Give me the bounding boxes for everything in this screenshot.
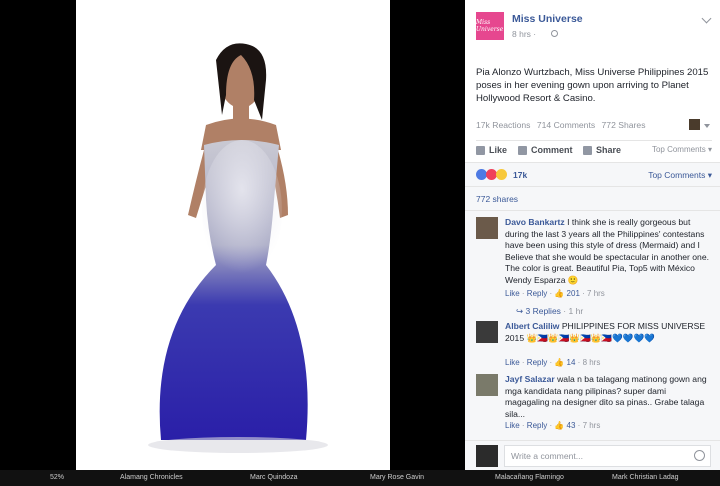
comment-reply-link[interactable]: Reply: [527, 421, 547, 430]
taskbar-item[interactable]: Marc Quindoza: [250, 474, 297, 481]
commenter-avatar[interactable]: [476, 374, 498, 396]
taskbar-item[interactable]: Malacañang Flamingo: [495, 474, 564, 481]
taskbar-item[interactable]: Mary Rose Gavin: [370, 474, 424, 481]
comment-label: Comment: [531, 145, 573, 155]
comment-time: 7 hrs: [582, 421, 601, 430]
like-label: Like: [489, 145, 508, 155]
commenter-avatar[interactable]: [476, 217, 498, 239]
post-stats: 17k Reactions 714 Comments 772 Shares: [476, 119, 712, 134]
comment-reaction-count[interactable]: 👍 14: [554, 358, 575, 367]
post-caption: Pia Alonzo Wurtzbach, Miss Universe Phil…: [476, 67, 709, 104]
comment-text: I think she is really gorgeous but durin…: [505, 217, 709, 285]
share-label: Share: [596, 145, 622, 155]
reactions-count[interactable]: 17k: [513, 170, 527, 180]
comment-reaction-count[interactable]: 👍 43: [554, 421, 575, 430]
comment-meta: Like · Reply · 👍 14 · 8 hrs: [505, 358, 601, 367]
post-header: Miss Universe Miss Universe 8 hrs ·: [476, 10, 712, 42]
page-name-link[interactable]: Miss Universe: [512, 13, 583, 25]
comment-button[interactable]: Comment: [518, 145, 573, 155]
viewer-avatar[interactable]: [476, 445, 498, 467]
shares-row: 772 shares: [465, 186, 720, 210]
comments-stat[interactable]: 714 Comments: [537, 120, 595, 130]
top-comments-toggle[interactable]: Top Comments ▾: [652, 145, 712, 154]
gown-photo-illustration: [148, 43, 328, 453]
share-button[interactable]: Share: [583, 145, 621, 155]
share-icon: [583, 145, 592, 155]
comment-meta: Like · Reply · 👍 43 · 7 hrs: [505, 421, 601, 430]
comment-body: Davo Bankartz I think she is really gorg…: [505, 217, 712, 286]
wow-reaction-icon: [496, 169, 507, 180]
comments-list: Davo Bankartz I think she is really gorg…: [465, 210, 720, 440]
caret-down-icon[interactable]: [704, 124, 710, 128]
comment-reaction-count[interactable]: 👍 201: [554, 289, 580, 298]
comment-like-link[interactable]: Like: [505, 421, 520, 430]
like-button[interactable]: Like: [476, 145, 507, 155]
globe-icon: [551, 30, 558, 37]
reactions-stat[interactable]: 17k Reactions: [476, 120, 530, 130]
chat-taskbar: 52% Alamang Chronicles Marc Quindoza Mar…: [0, 470, 720, 486]
comment-body: Jayf Salazar wala n ba talagang matinong…: [505, 374, 712, 420]
top-comments-dropdown[interactable]: Top Comments ▾: [648, 170, 712, 181]
photo[interactable]: [76, 0, 390, 470]
comment-input[interactable]: Write a comment...: [504, 445, 711, 467]
comment-like-link[interactable]: Like: [505, 358, 520, 367]
comment-input-placeholder: Write a comment...: [511, 451, 583, 461]
shares-stat[interactable]: 772 Shares: [602, 120, 646, 130]
emoji-icon[interactable]: [694, 450, 705, 461]
post-sidebar: Miss Universe Miss Universe 8 hrs · Pia …: [465, 0, 720, 470]
write-comment-row: Write a comment...: [465, 440, 720, 470]
shares-link[interactable]: 772 shares: [476, 194, 518, 204]
comment-icon: [518, 145, 527, 155]
taskbar-item[interactable]: Mark Christian Ladag: [612, 474, 679, 481]
reactions-row: 17k Top Comments ▾: [465, 162, 720, 186]
chevron-down-icon[interactable]: [701, 13, 712, 24]
action-bar: Like Comment Share Top Comments ▾: [476, 140, 712, 158]
page-avatar[interactable]: Miss Universe: [476, 12, 504, 40]
comment-time: 7 hrs: [587, 289, 605, 298]
thumbs-up-icon: [476, 145, 485, 155]
viewer-avatar[interactable]: [689, 119, 700, 130]
commenter-name[interactable]: Jayf Salazar: [505, 374, 555, 384]
commenter-name[interactable]: Davo Bankartz: [505, 217, 565, 227]
comment-like-link[interactable]: Like: [505, 289, 520, 298]
taskbar-item[interactable]: Alamang Chronicles: [120, 474, 183, 481]
comment-time: 8 hrs: [582, 358, 601, 367]
commenter-name[interactable]: Albert Caliliw: [505, 321, 559, 331]
photo-viewer: Miss Universe Miss Universe 8 hrs · Pia …: [0, 0, 720, 486]
comment-body: Albert Caliliw PHILIPPINES FOR MISS UNIV…: [505, 321, 712, 344]
replies-count: 3 Replies: [525, 306, 561, 316]
comment-meta: Like · Reply · 👍 201 · 7 hrs: [505, 289, 605, 298]
battery-indicator: 52%: [50, 474, 65, 481]
replies-link[interactable]: ↪ 3 Replies · 1 hr: [516, 306, 583, 317]
commenter-avatar[interactable]: [476, 321, 498, 343]
post-timestamp[interactable]: 8 hrs ·: [512, 29, 536, 39]
comment-reply-link[interactable]: Reply: [527, 289, 547, 298]
replies-time: 1 hr: [568, 306, 584, 316]
comment-reply-link[interactable]: Reply: [527, 358, 547, 367]
